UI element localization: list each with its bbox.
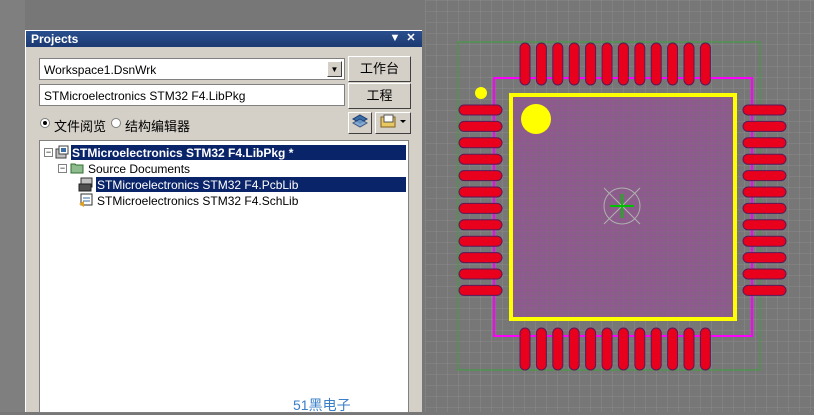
pad xyxy=(458,219,503,231)
pad xyxy=(667,327,679,371)
pad xyxy=(699,42,711,86)
panel-title-bar: Projects ▼ ✕ xyxy=(26,31,422,47)
folder-document-icon xyxy=(380,114,406,128)
pin1-dot xyxy=(475,87,487,99)
pad xyxy=(568,327,580,371)
workspace-button[interactable]: 工作台 xyxy=(348,56,411,82)
project-field-value: STMicroelectronics STM32 F4.LibPkg xyxy=(44,89,246,103)
pad xyxy=(634,327,646,371)
pad xyxy=(585,42,597,86)
project-tree[interactable]: − STMicroelectronics STM32 F4.LibPkg * −… xyxy=(39,140,409,413)
structure-editor-radio[interactable] xyxy=(111,118,121,128)
pad xyxy=(458,235,503,247)
pad xyxy=(742,252,787,264)
tree-project-label: STMicroelectronics STM32 F4.LibPkg * xyxy=(72,146,294,160)
pad xyxy=(699,327,711,371)
pad xyxy=(585,327,597,371)
panel-menu-icon[interactable]: ▼ xyxy=(389,32,401,45)
pad xyxy=(742,153,787,165)
pad xyxy=(742,202,787,214)
left-dock-strip xyxy=(0,0,25,412)
pad xyxy=(742,120,787,132)
pad xyxy=(519,42,531,86)
layers-button[interactable] xyxy=(348,112,372,134)
file-view-radio[interactable] xyxy=(40,118,50,128)
pad xyxy=(552,327,564,371)
pad xyxy=(742,284,787,296)
tree-document-row[interactable]: STMicroelectronics STM32 F4.PcbLib xyxy=(78,177,408,192)
workspace-combo[interactable]: Workspace1.DsnWrk ▼ xyxy=(39,58,345,80)
collapse-icon[interactable]: − xyxy=(58,164,67,173)
pad xyxy=(535,42,547,86)
pcblib-icon xyxy=(78,177,93,192)
project-field[interactable]: STMicroelectronics STM32 F4.LibPkg xyxy=(39,84,345,106)
tree-document-row[interactable]: STMicroelectronics STM32 F4.SchLib xyxy=(78,193,408,208)
pad xyxy=(458,170,503,182)
pad xyxy=(617,327,629,371)
pad xyxy=(742,235,787,247)
pad xyxy=(634,42,646,86)
pad xyxy=(650,42,662,86)
document-options-button[interactable] xyxy=(375,112,411,134)
tree-folder-label: Source Documents xyxy=(88,162,191,176)
folder-icon xyxy=(70,163,84,174)
pad xyxy=(601,327,613,371)
pin1-marker xyxy=(521,104,551,134)
workspace-combo-value: Workspace1.DsnWrk xyxy=(44,63,157,77)
tree-folder-row[interactable]: − Source Documents xyxy=(58,161,358,176)
collapse-icon[interactable]: − xyxy=(44,148,53,157)
schlib-icon xyxy=(79,193,93,207)
pad xyxy=(519,327,531,371)
pad xyxy=(458,153,503,165)
pad xyxy=(742,137,787,149)
pad xyxy=(458,268,503,280)
pad xyxy=(458,284,503,296)
pad xyxy=(601,42,613,86)
pad xyxy=(742,186,787,198)
pad xyxy=(667,42,679,86)
tree-document-label: STMicroelectronics STM32 F4.PcbLib xyxy=(97,178,299,192)
tree-project-row[interactable]: − STMicroelectronics STM32 F4.LibPkg * xyxy=(44,145,406,160)
pcb-footprint-canvas[interactable] xyxy=(425,0,814,412)
pad xyxy=(535,327,547,371)
pad xyxy=(568,42,580,86)
pad xyxy=(458,252,503,264)
layers-icon xyxy=(351,114,369,128)
pad xyxy=(683,42,695,86)
file-view-label[interactable]: 文件阅览 xyxy=(54,116,106,135)
panel-title: Projects xyxy=(31,32,79,46)
pad xyxy=(458,137,503,149)
pad xyxy=(552,42,564,86)
projects-panel: Projects ▼ ✕ Workspace1.DsnWrk ▼ 工作台 STM… xyxy=(25,30,422,413)
chevron-down-icon[interactable]: ▼ xyxy=(327,61,342,77)
project-button[interactable]: 工程 xyxy=(348,83,411,109)
pad xyxy=(617,42,629,86)
pad xyxy=(458,120,503,132)
pad xyxy=(650,327,662,371)
close-icon[interactable]: ✕ xyxy=(405,32,417,45)
tree-document-label: STMicroelectronics STM32 F4.SchLib xyxy=(97,194,299,208)
pad xyxy=(458,186,503,198)
structure-editor-label[interactable]: 结构编辑器 xyxy=(125,116,190,135)
watermark-text: 51黑电子 xyxy=(293,397,351,413)
pad xyxy=(458,104,503,116)
pad xyxy=(742,170,787,182)
pad xyxy=(458,202,503,214)
pad xyxy=(742,219,787,231)
pad xyxy=(683,327,695,371)
pad xyxy=(742,268,787,280)
pad xyxy=(742,104,787,116)
project-icon xyxy=(55,145,69,159)
